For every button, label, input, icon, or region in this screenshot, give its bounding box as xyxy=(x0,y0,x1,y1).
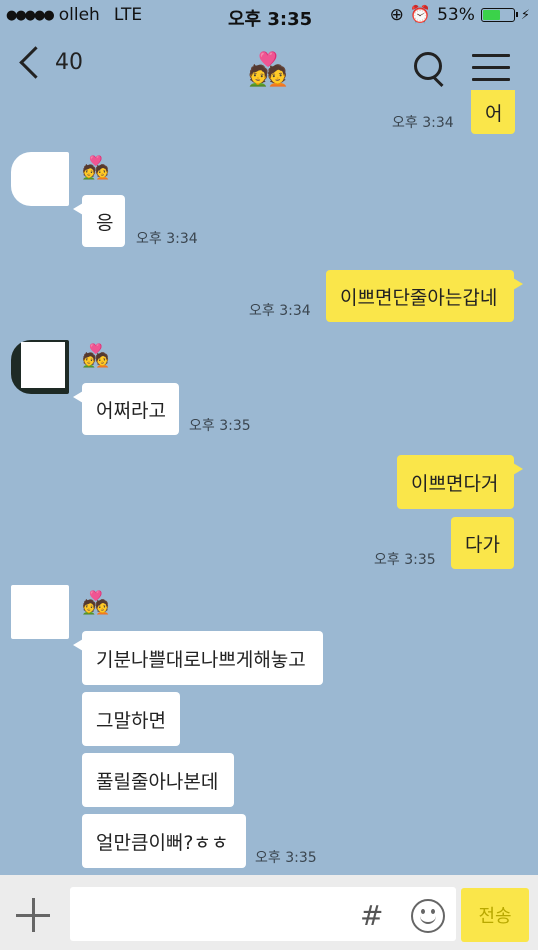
chat-header: 40 💑 xyxy=(0,32,538,106)
my-message-bubble[interactable]: 어 xyxy=(471,90,515,134)
avatar[interactable] xyxy=(11,152,69,206)
status-bar: ●●●●● olleh LTE 오후 3:35 ⊕ ⏰ 53% ⚡ xyxy=(0,0,538,32)
search-icon xyxy=(414,52,442,80)
send-button[interactable]: 전송 xyxy=(461,888,529,942)
attach-button[interactable] xyxy=(16,898,52,934)
their-message-bubble[interactable]: 응 xyxy=(73,195,125,247)
avatar[interactable] xyxy=(11,585,69,639)
menu-icon xyxy=(472,66,510,69)
their-message-bubble[interactable]: 기분나쁠대로나쁘게해놓고 xyxy=(73,631,323,685)
battery-percent: 53% xyxy=(437,5,475,25)
avatar[interactable] xyxy=(11,340,69,394)
chevron-left-icon xyxy=(19,46,52,79)
avatar-blur xyxy=(21,342,65,388)
smiley-icon xyxy=(420,914,436,924)
their-message-bubble[interactable]: 얼만큼이뻐?ㅎㅎ xyxy=(82,814,246,868)
chat-title-emoji: 💑 xyxy=(248,50,288,88)
sender-name-emoji: 💑 xyxy=(82,156,110,181)
battery-icon xyxy=(480,8,518,22)
plus-icon xyxy=(32,898,35,932)
charging-icon: ⚡ xyxy=(520,7,530,23)
message-time: 오후 3:35 xyxy=(374,552,436,568)
status-left: ●●●●● olleh LTE xyxy=(6,5,142,25)
carrier-name: olleh xyxy=(58,5,100,25)
signal-strength-icon: ●●●●● xyxy=(6,7,55,23)
battery-fill xyxy=(482,10,500,20)
hash-button[interactable]: # xyxy=(360,899,383,932)
message-time: 오후 3:34 xyxy=(249,303,311,319)
menu-icon xyxy=(472,54,510,57)
search-icon-handle xyxy=(432,76,444,88)
their-message-bubble[interactable]: 그말하면 xyxy=(82,692,180,746)
their-message-bubble[interactable]: 풀릴줄아나본데 xyxy=(82,753,234,807)
emoji-button[interactable] xyxy=(411,899,445,933)
orientation-lock-icon: ⊕ xyxy=(389,5,404,25)
message-time: 오후 3:35 xyxy=(255,850,317,866)
unread-count: 40 xyxy=(55,50,83,75)
their-message-bubble[interactable]: 어쩌라고 xyxy=(73,383,179,435)
menu-button[interactable] xyxy=(472,54,510,84)
message-time: 오후 3:34 xyxy=(392,115,454,131)
search-button[interactable] xyxy=(412,50,448,88)
battery-cap xyxy=(515,12,518,17)
input-bar: # 전송 xyxy=(0,875,538,950)
status-right: ⊕ ⏰ 53% ⚡ xyxy=(390,5,530,25)
my-message-bubble[interactable]: 이쁘면단줄아는갑네 xyxy=(326,270,523,322)
sender-name-emoji: 💑 xyxy=(82,591,110,616)
network-type: LTE xyxy=(113,5,143,25)
sender-name-emoji: 💑 xyxy=(82,344,110,369)
menu-icon xyxy=(472,78,510,81)
my-message-bubble[interactable]: 이쁘면다거 xyxy=(397,455,523,509)
back-button[interactable]: 40 xyxy=(14,46,83,79)
alarm-icon: ⏰ xyxy=(409,5,432,25)
message-input[interactable] xyxy=(70,887,456,941)
message-time: 오후 3:35 xyxy=(189,418,251,434)
message-time: 오후 3:34 xyxy=(136,231,198,247)
my-message-bubble[interactable]: 다가 xyxy=(451,517,514,569)
status-time: 오후 3:35 xyxy=(228,9,313,30)
